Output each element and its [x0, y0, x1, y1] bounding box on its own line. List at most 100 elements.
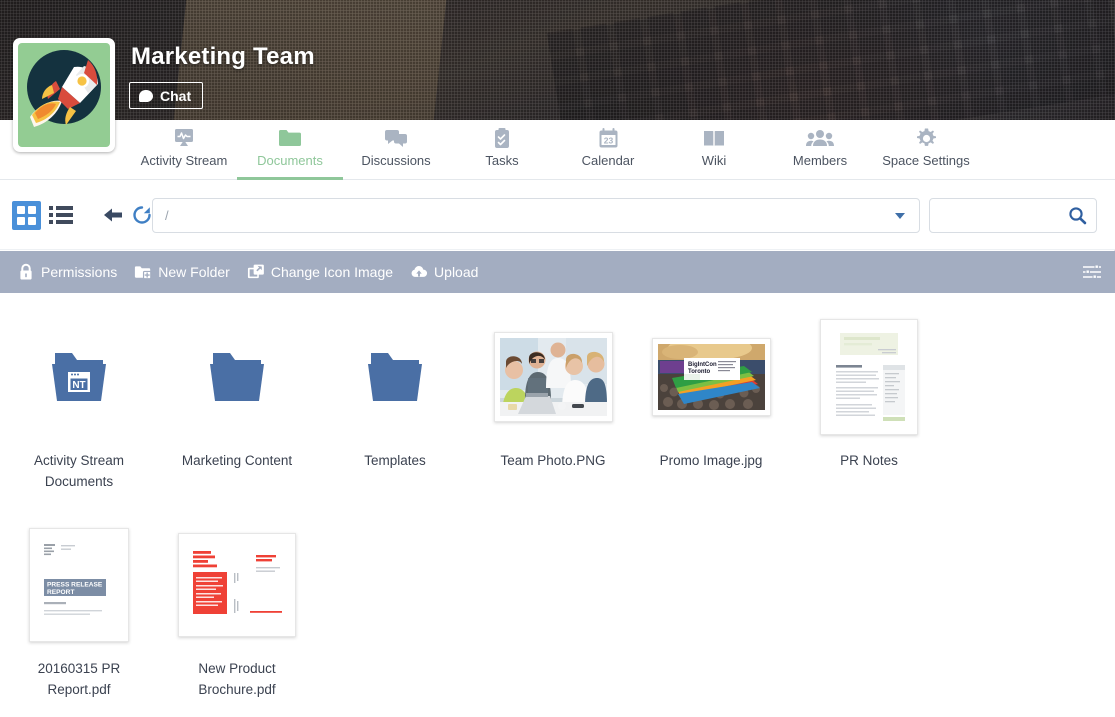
file-item-pdf[interactable]: New Product Brochure.pdf — [158, 515, 316, 701]
avatar-image — [18, 43, 110, 147]
folder-nt-icon: NT — [44, 317, 114, 437]
file-name: Promo Image.jpg — [641, 451, 781, 472]
action-label: Permissions — [41, 264, 117, 280]
path-breadcrumb-input[interactable]: / — [152, 198, 920, 233]
file-item-folder[interactable]: Templates — [316, 307, 474, 493]
pdf-thumbnail: PRESS RELEASE REPORT — [29, 525, 129, 645]
book-icon — [702, 126, 726, 150]
permissions-button[interactable]: Permissions — [17, 263, 117, 281]
file-item-folder[interactable]: NT Activity Stream Documents — [0, 307, 158, 493]
tab-calendar[interactable]: 23 Calendar — [555, 120, 661, 180]
tab-label: Tasks — [485, 154, 518, 167]
grid-cell — [28, 217, 36, 225]
thumbnail-frame — [178, 533, 296, 637]
list-row — [56, 213, 73, 217]
search-box[interactable] — [929, 198, 1097, 233]
tasks-clipboard-icon — [491, 126, 513, 150]
sliders-filter-icon[interactable] — [1081, 263, 1103, 281]
tab-label: Space Settings — [882, 154, 969, 167]
tab-discussions[interactable]: Discussions — [343, 120, 449, 180]
file-item-image[interactable]: Team Photo.PNG — [474, 307, 632, 493]
page-title: Marketing Team — [131, 43, 315, 71]
documents-action-bar: Permissions New Folder Change Icon Image… — [0, 251, 1115, 293]
file-name: Marketing Content — [167, 451, 307, 472]
search-icon[interactable] — [1068, 206, 1087, 225]
pdf-thumbnail — [178, 525, 296, 645]
list-row — [56, 220, 73, 224]
refresh-icon[interactable] — [130, 203, 154, 227]
action-label: New Folder — [158, 264, 230, 280]
new-folder-icon — [134, 263, 152, 281]
new-folder-button[interactable]: New Folder — [134, 263, 230, 281]
document-thumbnail — [820, 317, 918, 437]
tab-wiki[interactable]: Wiki — [661, 120, 767, 180]
gear-icon — [915, 126, 938, 150]
search-input[interactable] — [880, 199, 1068, 232]
thumbnail-frame — [820, 319, 918, 435]
tab-activity-stream[interactable]: Activity Stream — [131, 120, 237, 180]
thumbnail-frame: PRESS RELEASE REPORT — [29, 528, 129, 642]
list-row — [56, 206, 73, 210]
file-name: Activity Stream Documents — [9, 451, 149, 493]
change-icon-image-button[interactable]: Change Icon Image — [247, 263, 393, 281]
file-name: Templates — [325, 451, 465, 472]
file-name: New Product Brochure.pdf — [167, 659, 307, 701]
thumbnail-frame: BigIntCon Toronto — [652, 338, 771, 416]
chat-button[interactable]: Chat — [129, 82, 203, 109]
file-name: 20160315 PR Report.pdf — [9, 659, 149, 701]
space-nav: Activity Stream Documents Discussions Ta… — [0, 120, 1115, 180]
tab-label: Documents — [257, 154, 323, 167]
grid-cell — [28, 206, 36, 214]
change-image-icon — [247, 263, 265, 281]
back-arrow-icon[interactable] — [100, 203, 126, 227]
rocket-icon — [18, 43, 110, 147]
tab-documents[interactable]: Documents — [237, 120, 343, 180]
folder-icon — [360, 317, 430, 437]
chat-bubble-icon — [139, 90, 153, 102]
image-thumbnail — [494, 317, 613, 437]
calendar-icon: 23 — [597, 126, 620, 150]
thumbnail-frame — [494, 332, 613, 422]
space-avatar[interactable] — [13, 38, 115, 152]
tab-label: Activity Stream — [141, 154, 228, 167]
file-item-image[interactable]: BigIntCon Toronto Promo Image.jpg — [632, 307, 790, 493]
file-name: Team Photo.PNG — [483, 451, 623, 472]
file-grid-row: PRESS RELEASE REPORT 20160315 PR Report.… — [0, 515, 1115, 701]
pr-notes-page — [826, 325, 912, 429]
path-value: / — [153, 208, 895, 223]
file-item-document[interactable]: PR Notes — [790, 307, 948, 493]
team-photo-image — [500, 338, 607, 416]
cloud-upload-icon — [410, 263, 428, 281]
promo-image: BigIntCon Toronto — [658, 344, 765, 410]
members-icon — [806, 126, 834, 150]
file-item-folder[interactable]: Marketing Content — [158, 307, 316, 493]
file-grid-row: NT Activity Stream Documents Marketing C… — [0, 307, 1115, 493]
grid-view-icon[interactable] — [12, 201, 41, 230]
activity-stream-icon — [172, 126, 196, 150]
grid-cell — [17, 206, 25, 214]
svg-text:NT: NT — [72, 380, 85, 391]
tab-label: Calendar — [582, 154, 635, 167]
image-thumbnail: BigIntCon Toronto — [652, 317, 771, 437]
tab-tasks[interactable]: Tasks — [449, 120, 555, 180]
action-label: Change Icon Image — [271, 264, 393, 280]
action-label: Upload — [434, 264, 478, 280]
chat-button-label: Chat — [160, 88, 191, 104]
discussions-icon — [383, 126, 409, 150]
folder-icon — [277, 126, 303, 150]
upload-button[interactable]: Upload — [410, 263, 478, 281]
lock-icon — [17, 263, 35, 281]
file-item-pdf[interactable]: PRESS RELEASE REPORT 20160315 PR Report.… — [0, 515, 158, 701]
list-view-icon[interactable] — [49, 203, 73, 227]
tab-label: Discussions — [361, 154, 430, 167]
tab-label: Wiki — [702, 154, 727, 167]
file-name: PR Notes — [799, 451, 939, 472]
file-grid: NT Activity Stream Documents Marketing C… — [0, 293, 1115, 717]
space-documents-page: Marketing Team Chat Activity Stream Docu… — [0, 0, 1115, 717]
grid-cell — [17, 217, 25, 225]
space-nav-tabs: Activity Stream Documents Discussions Ta… — [131, 120, 979, 180]
tab-space-settings[interactable]: Space Settings — [873, 120, 979, 180]
tab-members[interactable]: Members — [767, 120, 873, 180]
svg-text:PRESS RELEASE: PRESS RELEASE — [47, 581, 103, 588]
svg-text:23: 23 — [603, 135, 613, 145]
